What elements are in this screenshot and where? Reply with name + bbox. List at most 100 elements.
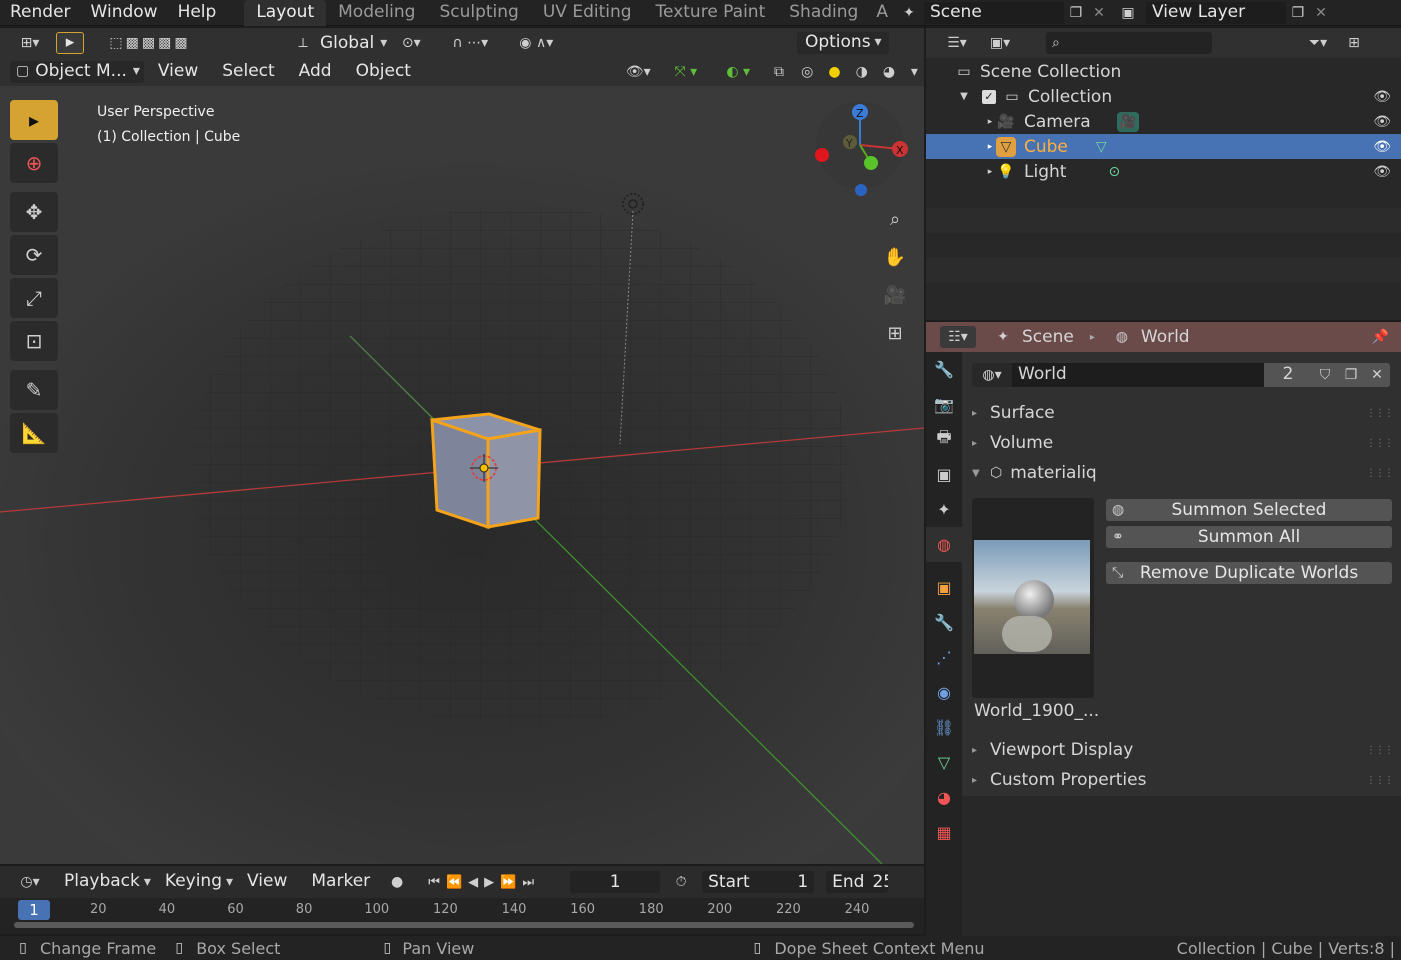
- end-frame-field[interactable]: End 25: [826, 871, 889, 893]
- scene-field[interactable]: Scene: [923, 1, 1064, 24]
- visibility-icon[interactable]: 👁▾: [619, 64, 658, 80]
- surface-panel-header[interactable]: ▸ Surface: [972, 399, 1055, 427]
- tool-tab-icon[interactable]: 🔧: [926, 352, 962, 387]
- tab-more[interactable]: A: [870, 0, 894, 26]
- new-scene-icon[interactable]: ❐: [1064, 5, 1088, 21]
- scene-tab-icon[interactable]: ✦: [926, 492, 962, 527]
- volume-panel-header[interactable]: ▸ Volume: [972, 429, 1053, 457]
- chevron-down-icon[interactable]: ▾: [905, 64, 924, 80]
- rendered-shading-icon[interactable]: ◕: [877, 64, 900, 80]
- transform-tool-icon[interactable]: ⊡: [10, 321, 58, 361]
- user-count[interactable]: 2: [1264, 362, 1312, 387]
- cube-object[interactable]: [430, 412, 542, 530]
- unlink-icon[interactable]: ✕: [1364, 362, 1390, 387]
- snap-icon[interactable]: ∩ ⋯▾: [435, 35, 505, 51]
- expand-arrow-icon[interactable]: ▼: [958, 91, 970, 102]
- modifier-tab-icon[interactable]: 🔧: [926, 605, 962, 640]
- mode-dropdown[interactable]: ▢ Object M... ▾: [10, 60, 144, 83]
- stopwatch-icon[interactable]: ⏱: [664, 874, 698, 890]
- panel-grip-icon[interactable]: ⋮⋮⋮: [1366, 468, 1394, 479]
- proportional-edit-icon[interactable]: ◉ ∧▾: [511, 35, 561, 51]
- summon-all-button[interactable]: ⚭ Summon All: [1106, 526, 1392, 548]
- tab-texture-paint[interactable]: Texture Paint: [644, 0, 778, 26]
- tab-sculpting[interactable]: Sculpting: [427, 0, 530, 26]
- solid-shading-icon[interactable]: ●: [823, 64, 846, 80]
- properties-editor-icon[interactable]: ☷▾: [940, 326, 976, 348]
- camera-data-icon[interactable]: 🎥: [1116, 111, 1139, 132]
- duplicate-icon[interactable]: ❐: [1338, 362, 1364, 387]
- menu-add[interactable]: Add: [289, 59, 342, 85]
- current-frame-field[interactable]: 1: [570, 871, 661, 893]
- delete-view-layer-icon[interactable]: ✕: [1310, 5, 1332, 21]
- menu-keying[interactable]: Keying: [155, 869, 232, 895]
- eye-icon[interactable]: 👁: [1373, 89, 1391, 105]
- texture-tab-icon[interactable]: ▦: [926, 815, 962, 850]
- gizmo-toggle-icon[interactable]: ⤧ ▾: [662, 64, 710, 80]
- menu-help[interactable]: Help: [168, 0, 227, 26]
- select-mode-icons[interactable]: ⬚▩▩▩▩: [90, 35, 210, 51]
- world-preview-thumbnail[interactable]: [974, 540, 1090, 654]
- record-icon[interactable]: ●: [384, 874, 410, 890]
- move-tool-icon[interactable]: ✥: [10, 192, 58, 232]
- new-view-layer-icon[interactable]: ❐: [1286, 5, 1310, 21]
- panel-grip-icon[interactable]: ⋮⋮⋮: [1366, 438, 1394, 449]
- menu-marker[interactable]: Marker: [301, 869, 380, 895]
- filter-icon[interactable]: ⏷▾: [1300, 35, 1336, 51]
- select-tool-icon[interactable]: ▸: [56, 31, 84, 54]
- menu-window[interactable]: Window: [81, 0, 168, 26]
- view-layer-tab-icon[interactable]: ▣: [926, 457, 962, 492]
- tab-uv-editing[interactable]: UV Editing: [531, 0, 644, 26]
- tab-modeling[interactable]: Modeling: [326, 0, 427, 26]
- object-tab-icon[interactable]: ▣: [926, 570, 962, 605]
- fake-user-icon[interactable]: ⛉: [1312, 362, 1338, 387]
- menu-select[interactable]: Select: [212, 59, 284, 85]
- menu-timeline-view[interactable]: View: [237, 869, 297, 895]
- options-dropdown[interactable]: Options ▾: [797, 31, 890, 54]
- expand-arrow-icon[interactable]: ▸: [984, 142, 996, 152]
- panel-grip-icon[interactable]: ⋮⋮⋮: [1366, 775, 1394, 786]
- orientation-icon[interactable]: ⟂: [292, 35, 314, 51]
- overlay-toggle-icon[interactable]: ◐ ▾: [714, 64, 762, 80]
- eye-icon[interactable]: 👁: [1373, 164, 1391, 180]
- view-layer-browse-icon[interactable]: ▣: [1110, 5, 1146, 21]
- physics-tab-icon[interactable]: ◉: [926, 675, 962, 710]
- tab-shading[interactable]: Shading: [777, 0, 870, 26]
- outliner-search-input[interactable]: ⌕: [1046, 32, 1212, 54]
- orientation-dropdown[interactable]: Global: [320, 33, 374, 53]
- start-frame-field[interactable]: Start 1: [702, 871, 815, 893]
- output-tab-icon[interactable]: 🖶: [926, 422, 962, 457]
- render-tab-icon[interactable]: 📷: [926, 387, 962, 422]
- breadcrumb-scene[interactable]: Scene: [1022, 327, 1074, 347]
- scale-tool-icon[interactable]: ⤢: [10, 278, 58, 318]
- menu-playback[interactable]: Playback: [54, 869, 150, 895]
- material-shading-icon[interactable]: ◑: [850, 64, 873, 80]
- custom-properties-panel-header[interactable]: ▸ Custom Properties: [972, 766, 1146, 794]
- select-box-tool-icon[interactable]: ▸: [10, 100, 58, 140]
- wireframe-shading-icon[interactable]: ◎: [796, 64, 819, 80]
- data-tab-icon[interactable]: ▽: [926, 745, 962, 780]
- ortho-grid-icon[interactable]: ⊞: [880, 318, 910, 348]
- material-tab-icon[interactable]: ◕: [926, 780, 962, 815]
- menu-render[interactable]: Render: [0, 0, 81, 26]
- light-data-icon[interactable]: ⊙: [1108, 164, 1120, 180]
- pin-icon[interactable]: 📌: [1372, 329, 1389, 345]
- panel-grip-icon[interactable]: ⋮⋮⋮: [1366, 745, 1394, 756]
- outliner-row-scene-collection[interactable]: ▭ Scene Collection: [926, 59, 1401, 84]
- menu-object[interactable]: Object: [346, 59, 421, 85]
- materialiq-panel-header[interactable]: ▼ ⬡ materialiq: [972, 459, 1097, 487]
- panel-grip-icon[interactable]: ⋮⋮⋮: [1366, 408, 1394, 419]
- world-preview-frame[interactable]: [972, 498, 1094, 698]
- rotate-tool-icon[interactable]: ⟳: [10, 235, 58, 275]
- constraints-tab-icon[interactable]: ⛓: [926, 710, 962, 745]
- playback-controls-icons[interactable]: ⏮⏪◀▶⏩⏭: [414, 875, 554, 890]
- outliner-row-camera[interactable]: ▸ 🎥 Camera 🎥 👁: [926, 109, 1401, 134]
- remove-duplicate-worlds-button[interactable]: ⤡ Remove Duplicate Worlds: [1106, 562, 1392, 584]
- annotate-tool-icon[interactable]: ✎: [10, 370, 58, 410]
- scene-browse-icon[interactable]: ✦: [894, 5, 924, 21]
- pivot-icon[interactable]: ⊙▾: [393, 35, 429, 51]
- view-layer-field[interactable]: View Layer: [1145, 1, 1286, 24]
- pan-hand-icon[interactable]: ✋: [880, 242, 910, 272]
- timeline-editor-icon[interactable]: ◷▾: [10, 874, 50, 890]
- outliner-editor-icon[interactable]: ☰▾: [940, 35, 974, 51]
- outliner-row-light[interactable]: ▸ 💡 Light ⊙ 👁: [926, 159, 1401, 184]
